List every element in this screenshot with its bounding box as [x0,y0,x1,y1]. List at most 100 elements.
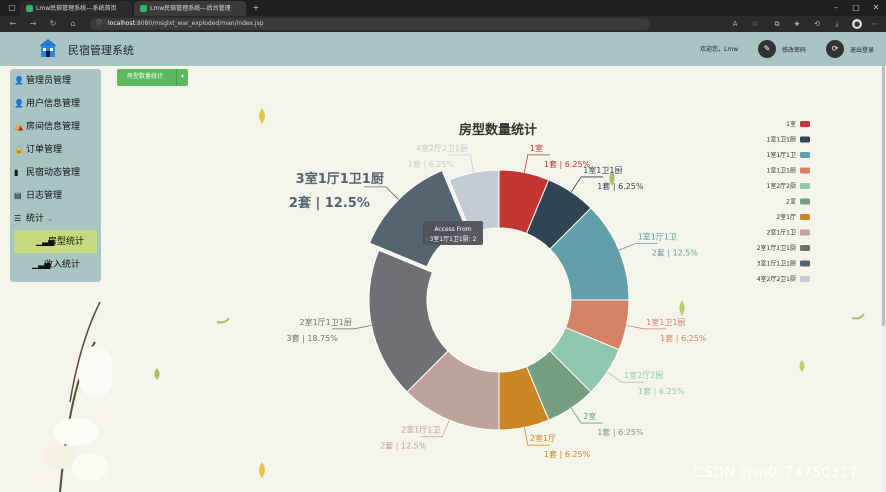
sidebar-item-rooms[interactable]: ⛺ 房间信息管理 [10,115,101,138]
chevron-down-icon: ⌄ [47,216,53,223]
bar-chart-icon: ▁▃▅ [36,237,55,246]
sidebar-item-label: 房型统计 [48,236,85,246]
sidebar-item-users[interactable]: 👤 用户信息管理 [10,92,101,115]
forward-icon[interactable]: → [26,16,40,32]
slice-label-value: 3套 | 18.75% [286,333,338,343]
site-header: 民宿管理系统 欢迎您，Lmw ✎ 修改密码 ⟳ 退出登录 [0,32,886,66]
bar-chart-icon: ▁▃▅ [32,260,51,269]
legend-swatch[interactable] [800,214,810,220]
sidebar-item-label: 民宿动态管理 [26,167,81,177]
tab-title: Lmw民宿管理系统---系统首页 [36,5,117,12]
legend-label[interactable]: 1室1卫1厨 [767,167,796,175]
slice-label-name: 2室1厅1卫1厨 [299,317,351,327]
close-window-icon[interactable]: ✕ [866,0,886,16]
slice-label-value: 1套 | 6.25% [544,449,591,459]
home-icon[interactable]: ⌂ [66,16,80,32]
welcome-text: 欢迎您，Lmw [700,46,739,53]
caret-down-icon[interactable]: ▾ [176,69,188,86]
browser-tab-1[interactable]: Lmw民宿管理系统---系统首页 [20,1,132,16]
sidebar-item-orders[interactable]: 🔒 订单管理 [10,138,101,161]
slice-label-name: 1室1卫1厨 [646,317,685,327]
room-type-donut-chart: 房型数量统计 1室 1套 | 6.25% 1室1卫1厨 1套 | 6.25% 1室1厅1… [154,108,865,478]
legend-label[interactable]: 1室 [786,120,796,128]
chart-legend: 1室 1室1卫1厨 1室1厅1卫 1室1卫1厨 1室2厅2厨 2室 2室1厅 2室1厅1卫 2室… [757,120,810,283]
minimize-icon[interactable]: – [826,0,846,16]
address-bar-row: ← → ↻ ⌂ ⓘ localhost:8080/msglxt_war_explo… [0,16,886,32]
tooltip-title: Access From [434,226,471,233]
log-icon: ▤ [14,191,22,200]
legend-label[interactable]: 1室1卫1厨 [767,136,796,144]
slice-label-name: 1室1卫1厨 [583,165,622,175]
legend-swatch[interactable] [800,121,810,127]
browser-tab-2[interactable]: Lmw民宿管理系统---后台管理 [134,1,246,16]
sidebar-item-logs[interactable]: ▤ 日志管理 [10,184,101,207]
slice-label-name: 2室1厅1卫 [401,425,440,435]
legend-swatch[interactable] [800,198,810,205]
slice-label-value: 1套 | 6.25% [597,427,644,437]
legend-label[interactable]: 3室1厅1卫1厨 [757,260,796,268]
browser-tab-bar: ▢ Lmw民宿管理系统---系统首页 Lmw民宿管理系统---后台管理 + – … [0,0,886,16]
book-icon: ▮ [14,168,19,177]
logout-icon[interactable]: ⟳ [826,40,844,58]
legend-label[interactable]: 1室2厅2厨 [767,182,796,190]
legend-swatch[interactable] [800,276,810,282]
legend-label[interactable]: 4室2厅2卫1厨 [757,275,796,283]
favorites-icon[interactable]: ★ [792,19,802,29]
legend-swatch[interactable] [800,183,810,189]
dropdown-label: 房型数量统计 [127,74,164,80]
legend-label[interactable]: 1室1厅1卫 [767,151,796,159]
tab-actions-icon[interactable]: ▢ [2,0,22,16]
bed-icon: ⛺ [14,122,24,131]
slice-label-value: 2套 | 12.5% [380,441,427,451]
back-icon[interactable]: ← [6,16,20,32]
change-password-link[interactable]: 修改密码 [782,45,806,54]
legend-label[interactable]: 2室 [786,198,796,206]
url-input[interactable]: ⓘ localhost:8080/msglxt_war_exploded/man/… [90,18,650,30]
tab-title: Lmw民宿管理系统---后台管理 [150,5,231,12]
legend-label[interactable]: 2室1厅1卫1厨 [757,244,796,252]
url-path: :8080/msglxt_war_exploded/man/index.jsp [134,20,264,27]
legend-swatch[interactable] [800,152,810,158]
sidebar-item-admin[interactable]: 👤 管理员管理 [10,69,101,92]
chart-type-dropdown[interactable]: 房型数量统计 ▾ [117,69,188,86]
history-icon[interactable]: ⟲ [812,19,822,29]
scrollbar-thumb[interactable] [882,66,885,326]
read-aloud-icon[interactable]: A [730,19,740,29]
split-screen-icon[interactable]: ⧉ [772,19,782,29]
legend-swatch[interactable] [800,260,810,267]
more-menu-icon[interactable]: ⋯ [870,19,880,29]
legend-swatch[interactable] [800,167,810,174]
logout-link[interactable]: 退出登录 [850,45,874,54]
downloads-icon[interactable]: ⤓ [832,19,842,29]
new-tab-button[interactable]: + [246,0,266,16]
chart-title: 房型数量统计 [459,122,537,137]
slice-label-name: 2室1厅 [530,433,556,443]
page-scrollbar[interactable] [881,66,886,492]
maximize-icon[interactable]: □ [846,0,866,16]
watermark-text: CSDN @m0_74750317 [694,465,859,481]
sidebar-subitem-income-stats[interactable]: ▁▃▅收入统计 [10,253,101,276]
sidebar-item-news[interactable]: ▮ 民宿动态管理 [10,161,101,184]
profile-avatar[interactable]: ● [852,19,862,29]
legend-label[interactable]: 2室1厅 [776,213,796,221]
donut-slices [368,169,630,431]
site-favicon-icon [26,5,33,12]
legend-swatch[interactable] [800,245,810,251]
sidebar-item-stats[interactable]: ☰ 统计 ⌄ [10,207,101,230]
lock-icon: 🔒 [14,145,24,154]
reload-icon[interactable]: ↻ [46,16,60,32]
user-icon: 👤 [14,99,24,108]
legend-swatch[interactable] [800,229,810,236]
slice-label-value: 2套 | 12.5% [289,195,370,211]
legend-swatch[interactable] [800,136,810,143]
sidebar-item-label: 日志管理 [26,190,63,200]
slice-label-value: 1套 | 6.25% [660,333,707,343]
sidebar: 👤 管理员管理 👤 用户信息管理 ⛺ 房间信息管理 🔒 订单管理 ▮ 民宿动态管理 ▤ 日志… [10,69,101,282]
slice-label-name: 1室2厅2厨 [624,370,663,380]
sidebar-item-label: 统计 [26,213,45,223]
favorite-star-icon[interactable]: ☆ [750,19,760,29]
pencil-icon[interactable]: ✎ [758,40,776,58]
legend-label[interactable]: 2室1厅1卫 [767,229,796,237]
slice-label-name: 1室 [530,143,543,153]
sidebar-subitem-room-stats[interactable]: ▁▃▅房型统计 [14,230,97,253]
